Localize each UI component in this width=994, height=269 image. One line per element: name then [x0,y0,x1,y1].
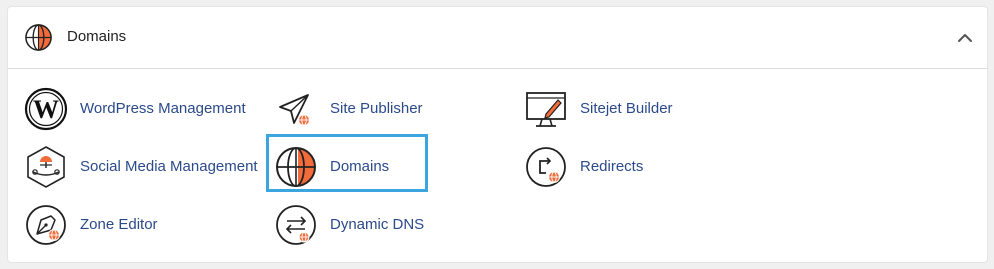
domains-globe-icon [24,23,53,52]
tool-label: Site Publisher [330,100,423,117]
site-publisher-icon [274,87,318,131]
tool-sitejet-builder[interactable]: Sitejet Builder [524,87,724,131]
dynamic-dns-icon [274,203,318,247]
sitejet-builder-icon [524,87,568,131]
tool-label: Domains [330,158,390,175]
tool-label: Dynamic DNS [330,216,425,233]
section-title: Domains [67,28,127,45]
domains-section-panel: Domains W WordPress Management Site Publ… [7,6,988,263]
tool-dynamic-dns[interactable]: Dynamic DNS [274,203,444,247]
tool-label: WordPress Management [80,100,246,117]
wordpress-icon: W [24,87,68,131]
tool-wordpress-management[interactable]: W WordPress Management [24,87,254,131]
tool-social-media-management[interactable]: Social Media Management [24,145,259,189]
section-header[interactable]: Domains [8,7,987,69]
domains-globe-icon [274,145,318,189]
redirects-icon [524,145,568,189]
tool-redirects[interactable]: Redirects [524,145,674,189]
tool-label: Zone Editor [80,216,158,233]
tool-label: Redirects [580,158,644,175]
tool-site-publisher[interactable]: Site Publisher [274,87,474,131]
svg-text:W: W [33,95,59,124]
tool-label: Sitejet Builder [580,100,673,117]
tool-zone-editor[interactable]: Zone Editor [24,203,184,247]
zone-editor-icon [24,203,68,247]
chevron-up-icon[interactable] [955,28,975,48]
tool-label: Social Media Management [80,158,258,175]
tool-domains[interactable]: Domains [274,145,424,189]
social-media-management-icon [24,145,68,189]
